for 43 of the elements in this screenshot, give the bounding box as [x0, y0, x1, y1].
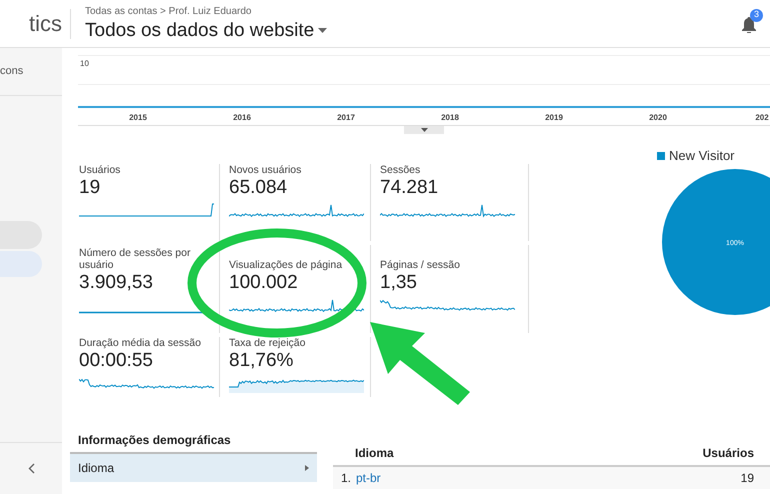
view-title[interactable]: Todos os dados do website: [85, 18, 314, 42]
column-header[interactable]: Usuários: [702, 444, 754, 462]
table-cell-text: 19: [740, 470, 754, 487]
metric-value: 19: [79, 176, 100, 200]
column-header[interactable]: Idioma: [355, 444, 394, 462]
axis-tick-label: 2016: [233, 112, 251, 124]
dropdown-caret-icon[interactable]: [318, 28, 328, 33]
legend-swatch: [657, 152, 665, 160]
axis-tick-label: 2018: [441, 112, 459, 124]
metric-label: Taxa de rejeição: [229, 337, 306, 349]
metric-label: Número de sessões por usuário: [79, 247, 192, 271]
metric-label: Visualizações de página: [229, 259, 342, 271]
metric-value: 65.084: [229, 176, 288, 200]
axis-tick-label: 2019: [545, 112, 563, 124]
breadcrumb[interactable]: Todas as contas > Prof. Luiz Eduardo: [85, 4, 328, 18]
metric-value: 74.281: [380, 176, 438, 200]
axis-tick-label: 202: [755, 112, 769, 124]
metric-label: Novos usuários: [229, 164, 302, 176]
metric-label: Sessões: [380, 164, 420, 176]
chart-collapse-handle[interactable]: [404, 126, 444, 134]
metric-value: 81,76%: [229, 349, 294, 373]
language-link[interactable]: pt-br: [356, 469, 381, 487]
sidebar-item[interactable]: cons: [0, 63, 24, 80]
axis-tick-label: 2020: [649, 112, 667, 124]
legend-label: New Visitor: [669, 147, 735, 165]
axis-tick-label: 2017: [337, 112, 355, 124]
metric-value: 3.909,53: [79, 271, 153, 295]
metric-value: 100.002: [229, 271, 298, 295]
metric-label: Usuários: [79, 164, 120, 176]
notification-badge: 3: [750, 8, 763, 22]
collapse-chevron-icon[interactable]: [28, 463, 34, 474]
metric-label: Duração média da sessão: [79, 337, 201, 349]
metric-value: 1,35: [380, 271, 417, 295]
metric-value: 00:00:55: [79, 349, 153, 373]
row-number: 1.: [341, 470, 352, 487]
axis-tick-label: 2015: [129, 112, 147, 124]
notification-bell-icon[interactable]: [742, 16, 756, 32]
demographics-item[interactable]: Idioma: [70, 454, 317, 482]
app-name: tics: [29, 10, 62, 38]
caret-icon: [305, 465, 309, 471]
caret-icon: [420, 128, 428, 132]
axis-tick-label: 10: [80, 58, 89, 70]
metric-label: Páginas / sessão: [380, 259, 460, 271]
